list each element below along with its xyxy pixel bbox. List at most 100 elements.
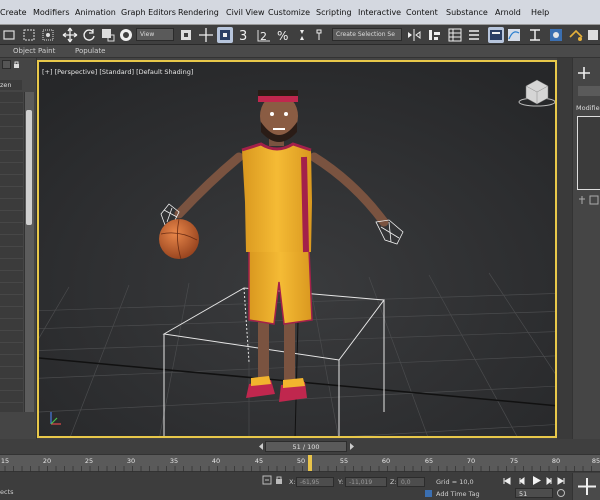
viewport-navigation-button[interactable] [572,473,600,500]
list-item[interactable] [0,140,23,151]
list-item[interactable] [0,200,23,211]
list-item[interactable] [0,368,23,379]
menu-help[interactable]: Help [531,8,549,17]
modifier-stack[interactable] [577,116,600,190]
list-item[interactable] [0,116,23,127]
list-item[interactable] [0,356,23,367]
isolate-selection-icon[interactable] [262,475,272,485]
time-slider-next-icon[interactable] [349,442,355,451]
time-configuration-icon[interactable] [556,488,566,498]
material-editor-icon[interactable] [548,27,564,43]
list-item[interactable] [0,104,23,115]
move-icon[interactable] [62,27,78,43]
list-item[interactable] [0,284,23,295]
tab-object-paint[interactable]: Object Paint [13,47,55,55]
x-coordinate-field[interactable]: -61,95 [296,477,334,487]
list-item[interactable] [0,152,23,163]
menu-rendering[interactable]: Rendering [178,8,219,17]
list-item[interactable] [0,176,23,187]
previous-frame-icon[interactable] [517,476,527,486]
list-item[interactable] [0,236,23,247]
list-item[interactable] [0,164,23,175]
schematic-view-icon[interactable] [527,27,543,43]
next-frame-icon[interactable] [544,476,554,486]
layer-explorer-icon[interactable] [466,27,482,43]
time-slider-prev-icon[interactable] [258,442,264,451]
angle-snap-icon[interactable]: 2 [256,27,272,43]
undo-icon[interactable] [2,27,18,43]
lock-icon[interactable] [12,60,21,69]
menu-customize[interactable]: Customize [268,8,310,17]
percent-snap-icon[interactable]: % [275,27,291,43]
rotate-icon[interactable] [81,27,97,43]
named-selection-set-select[interactable]: Create Selection Se [332,28,402,41]
list-item[interactable] [0,260,23,271]
menu-interactive[interactable]: Interactive [358,8,401,17]
menu-civil-view[interactable]: Civil View [226,8,265,17]
menu-scripting[interactable]: Scripting [316,8,352,17]
add-time-tag-button[interactable]: Add Time Tag [436,490,480,498]
go-to-end-icon[interactable] [556,476,566,486]
list-item[interactable] [0,224,23,235]
selection-lock-icon[interactable] [274,475,284,485]
go-to-start-icon[interactable] [502,476,512,486]
create-panel-icon[interactable] [577,66,591,80]
perspective-viewport[interactable]: [+] [Perspective] [Standard] [Default Sh… [37,60,557,438]
list-item[interactable] [0,248,23,259]
tab-populate[interactable]: Populate [75,47,105,55]
freeze-column-header[interactable]: zen [0,80,22,90]
keyboard-shortcut-override-icon[interactable] [217,27,233,43]
pin-stack-icon[interactable] [577,195,587,205]
time-tag-icon[interactable] [424,489,433,498]
menu-content[interactable]: Content [406,8,438,17]
list-item[interactable] [0,380,23,391]
list-item[interactable] [0,212,23,223]
y-coordinate-field[interactable]: -11,019 [345,477,387,487]
menu-graph-editors[interactable]: Graph Editors [121,8,176,17]
menu-animation[interactable]: Animation [75,8,116,17]
pivot-icon[interactable] [178,27,194,43]
curve-editor-icon[interactable] [506,27,522,43]
scene-explorer-icon[interactable] [447,27,463,43]
render-setup-icon[interactable] [568,27,584,43]
menu-substance[interactable]: Substance [446,8,488,17]
align-icon[interactable] [426,27,442,43]
track-bar[interactable]: 15 20 25 30 35 40 45 50 55 60 65 70 75 8… [0,454,600,472]
list-item[interactable] [0,308,23,319]
menu-create[interactable]: Create [0,8,27,17]
spinner-snap-icon[interactable] [294,27,310,43]
time-slider[interactable]: 51 / 100 [265,441,347,452]
render-frame-icon[interactable] [586,27,600,43]
list-item[interactable] [0,272,23,283]
explorer-tab-icon[interactable] [2,60,11,69]
list-item[interactable] [0,296,23,307]
list-item[interactable] [0,392,23,403]
select-region-icon[interactable] [21,27,37,43]
scene-object-list[interactable] [0,92,23,412]
toggle-ribbon-icon[interactable] [488,27,504,43]
list-item[interactable] [0,92,23,103]
menu-arnold[interactable]: Arnold [495,8,521,17]
play-icon[interactable] [531,475,542,486]
list-item[interactable] [0,188,23,199]
z-coordinate-field[interactable]: 0,0 [397,477,425,487]
snaps-toggle-icon[interactable]: 3 [237,27,253,44]
list-item[interactable] [0,344,23,355]
menu-modifiers[interactable]: Modifiers [33,8,70,17]
reference-coordinate-select[interactable]: View [136,28,174,41]
mirror-icon[interactable] [406,27,422,43]
select-manipulate-icon[interactable] [198,27,214,43]
object-name-field[interactable] [578,86,600,96]
edit-named-selection-icon[interactable] [313,27,329,43]
viewport-label[interactable]: [+] [Perspective] [Standard] [Default Sh… [42,68,193,76]
current-frame-marker[interactable] [308,455,312,471]
window-crossing-icon[interactable] [40,27,56,43]
list-item[interactable] [0,128,23,139]
list-item[interactable] [0,320,23,331]
show-end-result-icon[interactable] [589,195,599,205]
explorer-scrollbar-thumb[interactable] [26,110,32,225]
list-item[interactable] [0,332,23,343]
place-icon[interactable] [118,27,134,43]
current-frame-field[interactable]: 51 [515,488,553,498]
scale-icon[interactable] [100,27,116,43]
